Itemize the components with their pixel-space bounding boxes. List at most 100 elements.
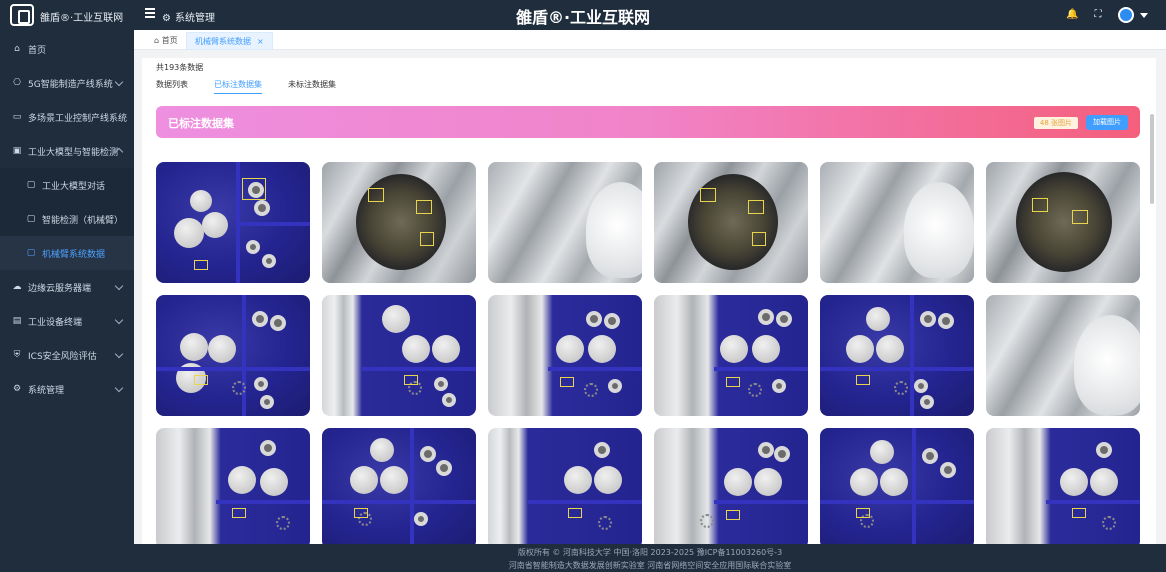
thumbnail[interactable] — [156, 295, 310, 416]
footer-copyright: 版权所有 © 河南科技大学 中国·洛阳 2023-2025 豫ICP备11003… — [517, 548, 783, 557]
footer: 版权所有 © 河南科技大学 中国·洛阳 2023-2025 豫ICP备11003… — [134, 544, 1166, 572]
thumb-detail — [276, 516, 290, 530]
thumb-detail — [350, 466, 378, 494]
thumb-detail — [420, 446, 436, 462]
close-icon[interactable]: × — [257, 37, 264, 46]
thumb-detail — [260, 440, 276, 456]
scrollbar[interactable] — [1150, 114, 1154, 204]
bell-icon[interactable]: 🔔 — [1066, 9, 1078, 21]
sidebar-item-label: 5G智能制造产线系统 — [28, 79, 113, 90]
thumbnail[interactable] — [322, 428, 476, 544]
thumb-detail — [354, 508, 368, 518]
record-count: 共193条数据 — [156, 63, 204, 72]
thumb-detail — [820, 367, 974, 371]
thumb-detail — [752, 232, 766, 246]
thumb-detail — [420, 232, 434, 246]
footer-labs: 河南省智能制造大数据发展创新实验室 河南省网络空间安全应用国际联合实验室 — [508, 561, 792, 570]
chevron-down-icon — [114, 281, 124, 291]
sidebar-item-5g[interactable]: ⎔ 5G智能制造产线系统 — [0, 66, 134, 100]
top-bar: 雒盾®·工业互联网 ⚙ 系统管理 雒盾®·工业互联网 🔔 ⛶ — [0, 0, 1166, 30]
sidebar-item-system[interactable]: ⚙ 系统管理 — [0, 372, 134, 406]
thumb-detail — [560, 377, 574, 387]
sidebar-item-edge-cloud[interactable]: ☁ 边缘云服务器端 — [0, 270, 134, 304]
thumb-detail — [322, 500, 476, 504]
thumbnail[interactable] — [986, 428, 1140, 544]
thumb-detail — [914, 379, 928, 393]
avatar[interactable] — [1118, 7, 1134, 23]
sidebar-item-ai-detect[interactable]: ▣ 工业大模型与智能检测 — [0, 134, 134, 168]
thumb-detail — [528, 500, 642, 504]
thumb-detail — [726, 377, 740, 387]
sidebar-item-robot-data[interactable]: ▢ 机械臂系统数据 — [0, 236, 134, 270]
thumbnail[interactable] — [322, 162, 476, 283]
fullscreen-icon[interactable]: ⛶ — [1092, 9, 1104, 21]
thumb-detail — [442, 393, 456, 407]
tab-home[interactable]: ⌂ 首页 — [146, 32, 186, 50]
thumb-detail — [416, 200, 432, 214]
tab-labeled-dataset[interactable]: 已标注数据集 — [214, 79, 262, 94]
thumb-detail — [568, 508, 582, 518]
thumb-detail — [850, 468, 878, 496]
thumbnail[interactable] — [488, 295, 642, 416]
thumb-detail — [870, 440, 894, 464]
thumb-detail — [752, 335, 780, 363]
tab-unlabeled-dataset[interactable]: 未标注数据集 — [288, 79, 336, 94]
thumb-detail — [726, 510, 740, 520]
thumb-detail — [368, 188, 384, 202]
thumbnail[interactable] — [820, 428, 974, 544]
sidebar-item-ai-chat[interactable]: ▢ 工业大模型对话 — [0, 168, 134, 202]
thumb-detail — [380, 466, 408, 494]
thumbnail[interactable] — [488, 428, 642, 544]
sidebar-item-robot-detect[interactable]: ▢ 智能检测（机械臂） — [0, 202, 134, 236]
thumbnail[interactable] — [654, 428, 808, 544]
thumb-detail — [700, 188, 716, 202]
thumb-detail — [180, 333, 208, 361]
sidebar-item-label: 智能检测（机械臂） — [42, 215, 124, 226]
thumb-detail — [382, 305, 410, 333]
thumb-detail — [714, 367, 808, 371]
sidebar-item-ics-line[interactable]: ▭ 多场景工业控制产线系统 — [0, 100, 134, 134]
thumb-detail — [242, 178, 266, 200]
thumbnail[interactable] — [654, 162, 808, 283]
thumb-detail — [584, 383, 598, 397]
thumb-detail — [586, 182, 642, 278]
thumb-detail — [758, 442, 774, 458]
thumb-detail — [940, 462, 956, 478]
thumb-detail — [594, 466, 622, 494]
thumbnail[interactable] — [488, 162, 642, 283]
thumbnail[interactable] — [986, 162, 1140, 283]
thumbnail[interactable] — [322, 295, 476, 416]
thumbnail[interactable] — [820, 295, 974, 416]
thumbnail[interactable] — [654, 295, 808, 416]
thumb-detail — [1102, 516, 1116, 530]
thumbnail[interactable] — [156, 162, 310, 283]
thumb-detail — [252, 311, 268, 327]
load-images-button[interactable]: 加载图片 — [1086, 115, 1128, 130]
tab-robot-data[interactable]: 机械臂系统数据 × — [186, 32, 273, 50]
sidebar-item-device[interactable]: ▤ 工业设备终端 — [0, 304, 134, 338]
thumb-detail — [938, 313, 954, 329]
thumbnail[interactable] — [156, 428, 310, 544]
thumbnail[interactable] — [986, 295, 1140, 416]
thumb-detail — [586, 311, 602, 327]
thumb-detail — [904, 182, 974, 278]
chevron-down-icon[interactable] — [1140, 12, 1148, 18]
thumb-detail — [1090, 468, 1118, 496]
network-icon: ⎔ — [13, 78, 21, 88]
sidebar-item-ics-risk[interactable]: ⛨ ICS安全风险评估 — [0, 338, 134, 372]
device-icon: ▤ — [12, 316, 22, 326]
thumb-detail — [270, 315, 286, 331]
thumbnail[interactable] — [820, 162, 974, 283]
thumb-detail — [194, 375, 208, 385]
thumb-detail — [776, 311, 792, 327]
thumb-detail — [1046, 500, 1140, 504]
sidebar-item-label: 边缘云服务器端 — [28, 283, 92, 294]
monitor-icon: ▭ — [12, 112, 22, 122]
sidebar-item-label: 机械臂系统数据 — [42, 249, 106, 260]
thumb-detail — [436, 460, 452, 476]
thumb-detail — [820, 500, 974, 504]
thumb-detail — [920, 395, 934, 409]
sidebar-item-home[interactable]: ⌂ 首页 — [0, 32, 134, 66]
tab-data-list[interactable]: 数据列表 — [156, 79, 188, 94]
thumb-detail — [402, 335, 430, 363]
